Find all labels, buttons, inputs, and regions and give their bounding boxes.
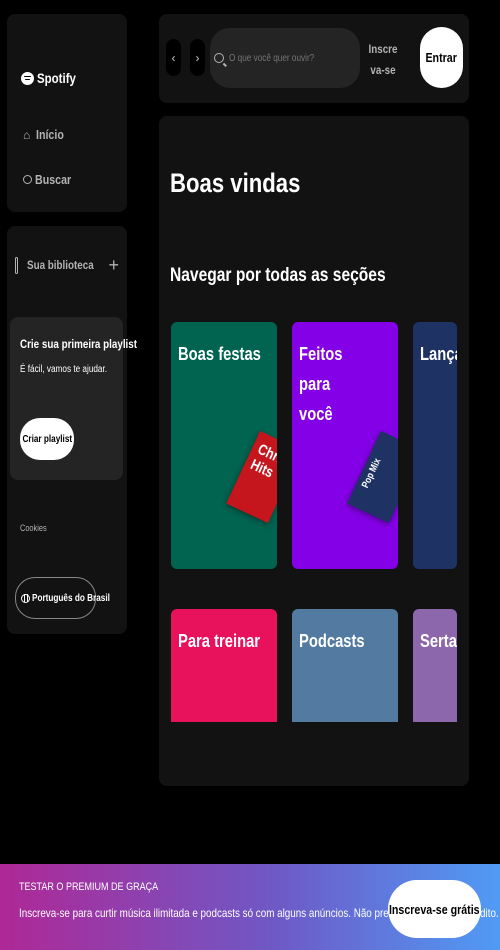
cover-text: Pop Mix (360, 456, 384, 490)
logo-text: Spotify (37, 70, 76, 86)
nav-item-home[interactable]: ⌂ Início (23, 127, 70, 142)
nav-panel: Spotify ⌂ Início Buscar (7, 14, 127, 212)
category-label: Para treinar (178, 631, 261, 651)
create-playlist-subtitle: É fácil, vamos te ajudar. (20, 364, 108, 375)
cover-text: Christmas Hits (247, 440, 277, 482)
language-button[interactable]: Português do Brasil (15, 577, 110, 619)
chevron-right-icon: › (195, 50, 200, 65)
category-card-feitos-para-voce[interactable]: Feitos para você Pop Mix (292, 322, 398, 569)
forward-button[interactable]: › (190, 39, 205, 76)
create-playlist-button[interactable]: Criar playlist (20, 418, 74, 460)
login-button[interactable]: Entrar (420, 27, 463, 88)
back-button[interactable]: ‹ (166, 39, 181, 76)
create-playlist-title: Crie sua primeira playlist (20, 337, 138, 351)
category-label: Lançamentos (420, 344, 457, 364)
category-cover: Christmas Hits (226, 431, 277, 523)
signup-label: Inscreva-se (368, 42, 398, 77)
library-panel: Sua biblioteca + Crie sua primeira playl… (7, 226, 137, 634)
signup-link[interactable]: Inscreva-se (363, 39, 403, 81)
category-cover: Pop Mix (347, 431, 398, 523)
cookies-link[interactable]: Cookies (20, 523, 47, 533)
library-title[interactable]: Sua biblioteca (27, 258, 94, 272)
language-label: Português do Brasil (32, 592, 110, 604)
signup-free-label: Inscreva-se grátis (389, 901, 480, 917)
page-title: Boas vindas (170, 168, 301, 198)
category-grid: Boas festas Christmas Hits Feitos para v… (171, 322, 457, 722)
search-icon (23, 175, 32, 184)
banner-eyebrow: TESTAR O PREMIUM DE GRAÇA (19, 881, 159, 893)
globe-icon (21, 593, 30, 603)
category-card-lancamentos[interactable]: Lançamentos (413, 322, 457, 569)
category-card-para-treinar[interactable]: Para treinar (171, 609, 277, 722)
chevron-left-icon: ‹ (171, 50, 176, 65)
search-input[interactable]: O que você quer ouvir? (210, 28, 360, 88)
category-label: Sertanejo (420, 631, 457, 651)
section-title: Navegar por todas as seções (170, 265, 386, 286)
category-card-boas-festas[interactable]: Boas festas Christmas Hits (171, 322, 277, 569)
library-header: Sua biblioteca + (15, 256, 119, 274)
spotify-logo-icon (21, 71, 34, 85)
category-label: Boas festas (178, 344, 261, 364)
category-card-podcasts[interactable]: Podcasts (292, 609, 398, 722)
create-playlist-card: Crie sua primeira playlist É fácil, vamo… (10, 317, 137, 480)
home-icon: ⌂ (23, 127, 31, 142)
create-playlist-button-label: Criar playlist (22, 433, 72, 445)
signup-free-button[interactable]: Inscreva-se grátis (388, 880, 481, 938)
category-label: Feitos para você (299, 344, 343, 424)
nav-item-label: Início (36, 127, 64, 142)
top-bar: ‹ › O que você quer ouvir? Inscreva-se E… (159, 14, 469, 103)
search-placeholder: O que você quer ouvir? (229, 52, 315, 64)
nav-item-label: Buscar (35, 172, 72, 187)
category-card-sertanejo[interactable]: Sertanejo (413, 609, 457, 722)
search-icon (214, 53, 224, 63)
library-icon[interactable] (15, 256, 19, 274)
login-label: Entrar (425, 50, 458, 65)
nav-item-search[interactable]: Buscar (23, 172, 79, 187)
plus-icon[interactable]: + (108, 256, 119, 274)
spotify-logo[interactable]: Spotify (21, 70, 84, 86)
category-label: Podcasts (299, 631, 365, 651)
premium-banner[interactable]: TESTAR O PREMIUM DE GRAÇA Inscreva-se pa… (0, 864, 500, 950)
main-content: Boas vindas Navegar por todas as seções … (159, 116, 469, 786)
